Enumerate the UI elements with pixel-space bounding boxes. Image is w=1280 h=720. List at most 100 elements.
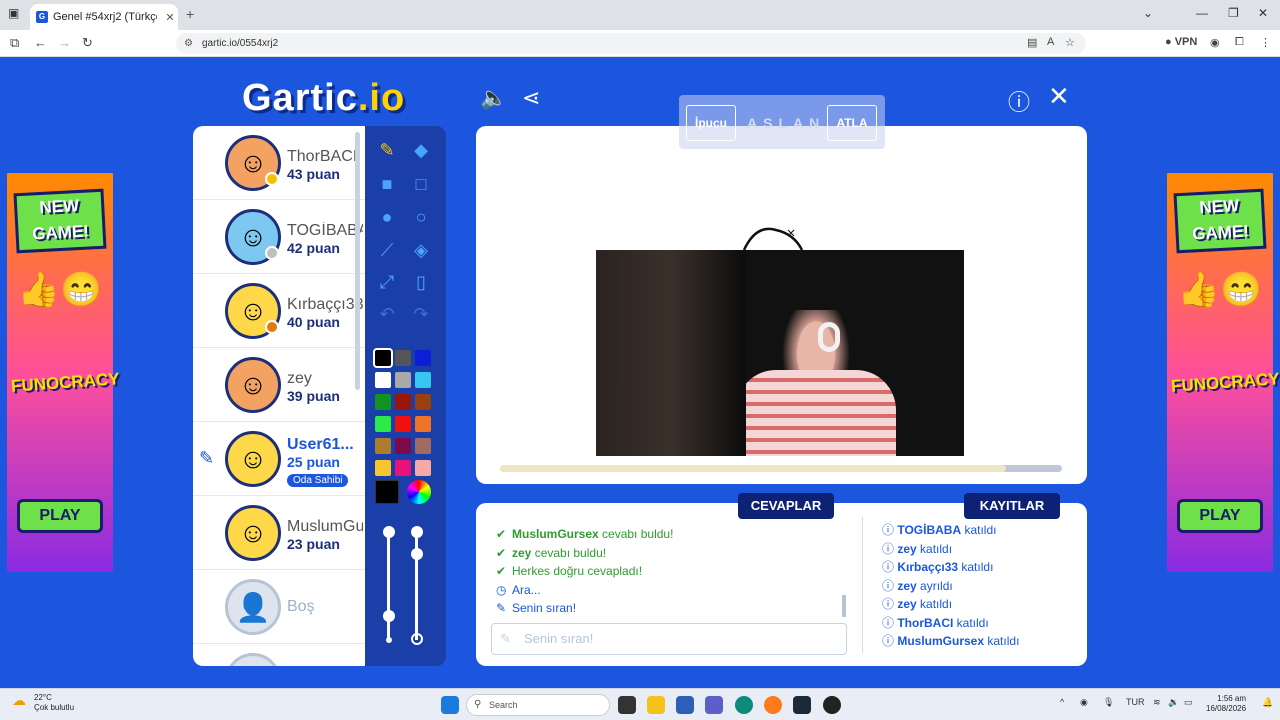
opacity-knob[interactable]	[411, 548, 423, 560]
answers-scrollbar[interactable]	[842, 595, 846, 617]
minimize-icon[interactable]: —	[1196, 6, 1208, 20]
player-list-scrollbar[interactable]	[355, 132, 360, 390]
eraser-tool-icon[interactable]: ◆	[409, 138, 433, 162]
close-window-icon[interactable]: ✕	[1258, 6, 1268, 20]
color-picker-icon[interactable]	[407, 480, 431, 504]
site-info-icon[interactable]: ⚙	[184, 33, 193, 54]
taskbar-search[interactable]: ⚲ Search	[466, 694, 610, 716]
sidebar-icon[interactable]: ⧉	[10, 35, 19, 51]
reader-icon[interactable]: ▤	[1027, 36, 1037, 49]
microphone-icon[interactable]: 🎙	[1103, 697, 1114, 708]
player-row[interactable]: ☺ zey 39 puan	[193, 348, 365, 422]
drawing-canvas[interactable]	[476, 126, 1087, 484]
color-swatch[interactable]	[395, 438, 411, 454]
color-swatch[interactable]	[395, 394, 411, 410]
eyedropper-tool-icon[interactable]: ⤢	[375, 270, 399, 294]
back-icon[interactable]: ←	[34, 35, 47, 50]
firefox-icon[interactable]	[764, 696, 782, 714]
file-explorer-icon[interactable]	[647, 696, 665, 714]
color-swatch[interactable]	[375, 416, 391, 432]
player-row[interactable]: ☺ MuslumGursex 23 puan	[193, 496, 365, 570]
player-row[interactable]: ☺ Kırbaççı33 40 puan	[193, 274, 365, 348]
answers-tab[interactable]: CEVAPLAR	[738, 493, 834, 519]
close-tab-icon[interactable]: ✕	[162, 11, 178, 24]
color-swatch[interactable]	[375, 372, 391, 388]
steam-icon[interactable]	[793, 696, 811, 714]
url-field[interactable]: ⚙ gartic.io/0554xrj2	[176, 33, 1086, 54]
chevron-down-icon[interactable]: ⌄	[1143, 6, 1153, 20]
color-swatch[interactable]	[375, 394, 391, 410]
player-row[interactable]: ☺ TOGİBABA 42 puan	[193, 200, 365, 274]
forward-icon[interactable]: →	[58, 35, 71, 50]
new-tab-icon[interactable]: +	[186, 6, 194, 22]
store-icon[interactable]	[676, 696, 694, 714]
current-color-swatch[interactable]	[375, 480, 399, 504]
close-icon[interactable]: ✕	[1048, 81, 1070, 112]
color-swatch[interactable]	[415, 350, 431, 366]
teams-icon[interactable]	[705, 696, 723, 714]
translate-icon[interactable]: A	[1047, 36, 1054, 48]
language-indicator[interactable]: TUR	[1126, 697, 1145, 707]
volume-icon[interactable]: 🔉	[1168, 697, 1179, 708]
reload-icon[interactable]: ↻	[82, 35, 93, 51]
sound-icon[interactable]: 🔈	[480, 85, 507, 111]
star-icon[interactable]: ☆	[1065, 36, 1075, 49]
line-tool-icon[interactable]: ⟋	[375, 238, 399, 262]
player-row[interactable]: ☺ ThorBACI 43 puan	[193, 126, 365, 200]
clear-page-tool-icon[interactable]: ▯	[409, 270, 433, 294]
obs-icon[interactable]	[823, 696, 841, 714]
browser-tab[interactable]: G Genel #54xrj2 (Türkçe) - Gartic.io ✕	[30, 4, 178, 30]
ad-play-button[interactable]: PLAY	[1177, 499, 1263, 533]
task-view-icon[interactable]	[618, 696, 636, 714]
pencil-tool-icon[interactable]: ✎	[375, 138, 399, 162]
edge-icon[interactable]	[735, 696, 753, 714]
color-swatch[interactable]	[395, 372, 411, 388]
undo-tool-icon[interactable]: ↶	[375, 302, 399, 326]
color-swatch[interactable]	[375, 460, 391, 476]
color-swatch[interactable]	[395, 460, 411, 476]
notification-icon[interactable]: 🔔	[1262, 697, 1273, 708]
color-swatch[interactable]	[395, 416, 411, 432]
start-icon[interactable]	[441, 696, 459, 714]
color-swatch[interactable]	[415, 372, 431, 388]
filled-rectangle-tool-icon[interactable]: ■	[375, 172, 399, 196]
skip-button[interactable]: ATLA	[827, 105, 877, 141]
color-swatch[interactable]	[415, 438, 431, 454]
logs-tab[interactable]: KAYITLAR	[964, 493, 1060, 519]
ad-banner-right[interactable]: NEW GAME! 👍😁 FUNOCRACY PLAY	[1167, 173, 1280, 572]
rectangle-tool-icon[interactable]: □	[409, 172, 433, 196]
tray-chevron-icon[interactable]: ^	[1060, 697, 1064, 707]
share-icon[interactable]: ⋖	[522, 85, 540, 111]
chat-input[interactable]: ✎ Senin sıran!	[491, 623, 847, 655]
redo-tool-icon[interactable]: ↷	[409, 302, 433, 326]
battery-icon[interactable]: ▭	[1184, 697, 1193, 708]
empty-slot[interactable]: 👤	[193, 644, 365, 666]
wifi-icon[interactable]: ≋	[1153, 697, 1161, 708]
clock[interactable]: 1:56 am 16/08/2026	[1206, 694, 1246, 714]
fill-tool-icon[interactable]: ◈	[409, 238, 433, 262]
brush-size-knob[interactable]	[383, 610, 395, 622]
brush-size-slider[interactable]	[387, 530, 390, 640]
color-swatch[interactable]	[415, 460, 431, 476]
color-swatch[interactable]	[395, 350, 411, 366]
profile-icon[interactable]: ◉	[1210, 36, 1220, 49]
color-swatch[interactable]	[375, 438, 391, 454]
hint-button[interactable]: İpucu	[686, 105, 736, 141]
ad-banner-left[interactable]: NEW GAME! 👍😁 FUNOCRACY PLAY	[7, 173, 120, 572]
weather-widget[interactable]: ☁ 22°C Çok bulutlu	[12, 693, 74, 713]
info-icon[interactable]: ⓘ	[1008, 85, 1030, 117]
color-swatch[interactable]	[415, 416, 431, 432]
extensions-icon[interactable]: ⧠	[1235, 36, 1244, 49]
vpn-button[interactable]: ● VPN	[1165, 36, 1197, 48]
tab-list-icon[interactable]: ▣	[8, 6, 19, 20]
gartic-logo[interactable]: Gartic.io	[242, 77, 405, 120]
color-swatch[interactable]	[415, 394, 431, 410]
opacity-slider[interactable]	[415, 530, 418, 640]
empty-slot[interactable]: 👤 Boş	[193, 570, 365, 644]
ad-play-button[interactable]: PLAY	[17, 499, 103, 533]
tray-app-icon[interactable]: ◉	[1080, 697, 1088, 708]
player-row-current-user[interactable]: ✎ ☺ User61... 25 puan Oda Sahibi	[193, 422, 365, 496]
circle-tool-icon[interactable]: ○	[409, 205, 433, 229]
menu-icon[interactable]: ⋮	[1260, 36, 1271, 49]
maximize-icon[interactable]: ❐	[1228, 6, 1239, 20]
